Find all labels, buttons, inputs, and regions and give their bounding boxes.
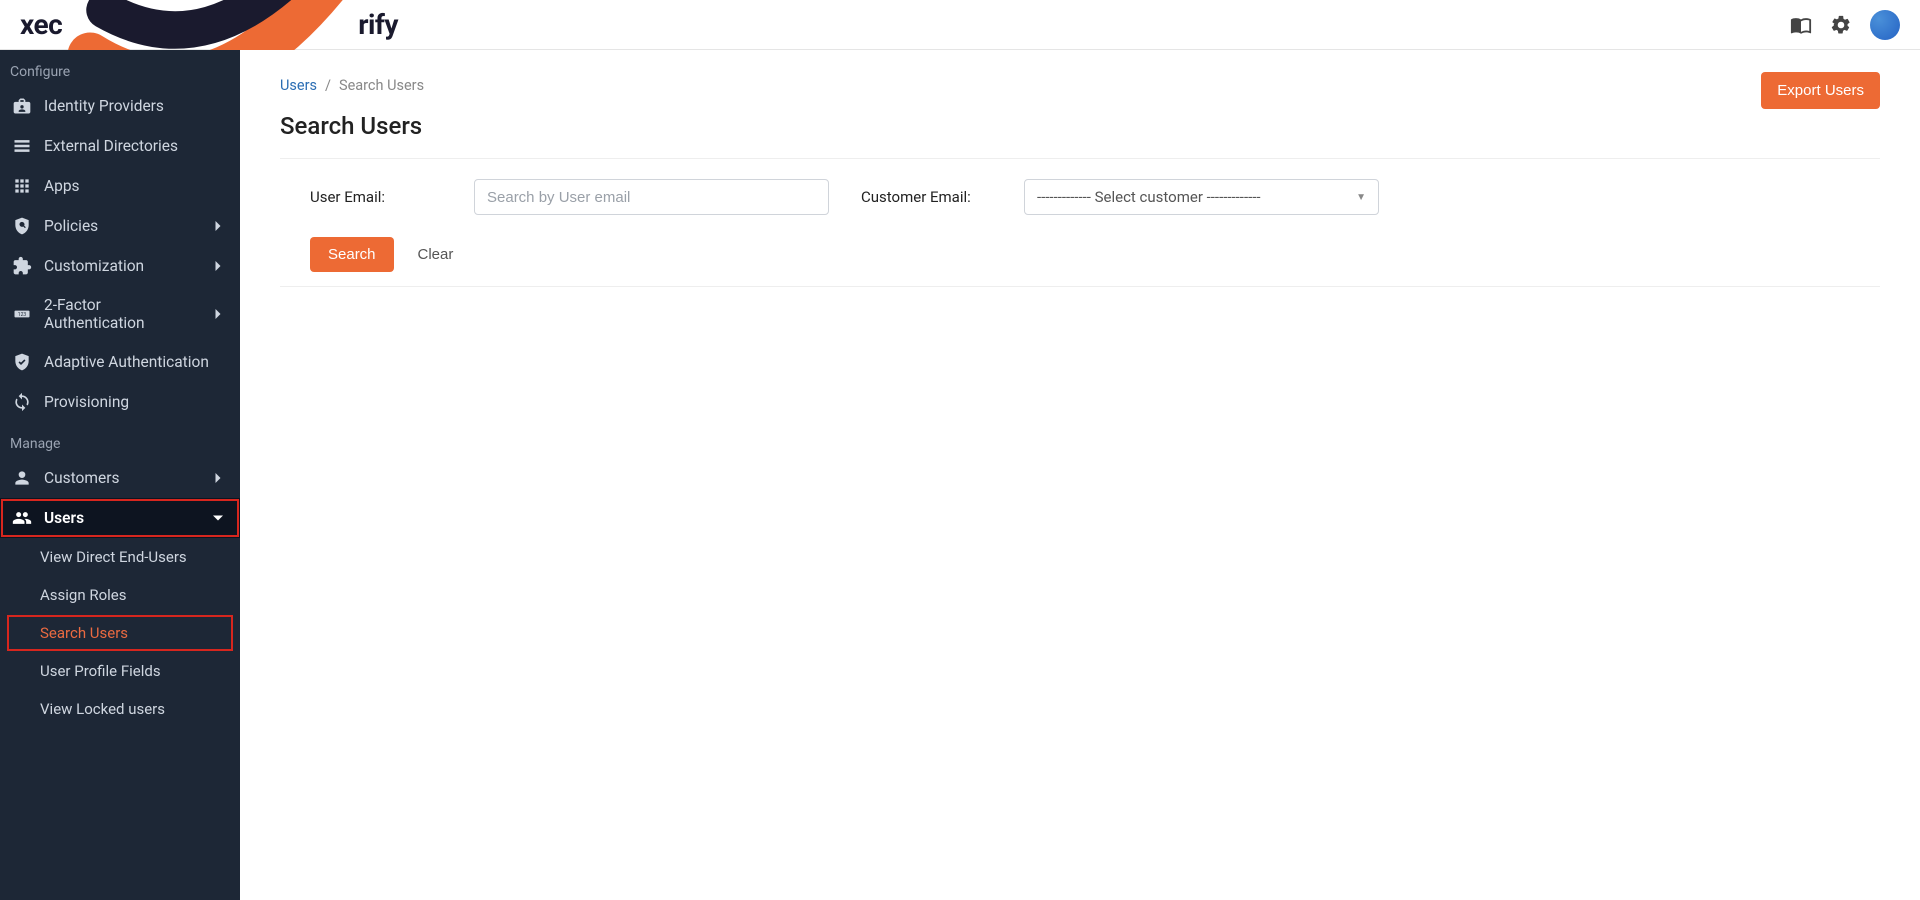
sidebar-subitem-search-users[interactable]: Search Users <box>6 614 234 652</box>
sidebar-item-identity-providers[interactable]: Identity Providers <box>0 86 240 126</box>
sidebar-label: Apps <box>44 177 80 195</box>
page-title: Search Users <box>280 112 1880 140</box>
divider <box>280 158 1880 159</box>
sidebar-label: Adaptive Authentication <box>44 353 209 371</box>
breadcrumb-link-users[interactable]: Users <box>280 77 317 94</box>
pin-123-icon: 123 <box>12 304 32 324</box>
chevron-down-icon <box>208 508 228 528</box>
user-email-input[interactable] <box>474 179 829 215</box>
sidebar-subitem-user-profile-fields[interactable]: User Profile Fields <box>0 652 240 690</box>
list-icon <box>12 136 32 156</box>
sidebar-item-users[interactable]: Users <box>0 498 240 538</box>
id-badge-icon <box>12 96 32 116</box>
form-actions: Search Clear <box>280 237 1880 272</box>
sidebar: Configure Identity Providers External Di… <box>0 50 240 900</box>
chevron-right-icon <box>208 468 228 488</box>
brand-prefix: xec <box>20 8 62 41</box>
sidebar-section-manage: Manage <box>0 422 240 458</box>
chevron-right-icon <box>208 216 228 236</box>
person-icon <box>12 468 32 488</box>
sidebar-item-customers[interactable]: Customers <box>0 458 240 498</box>
breadcrumb-separator: / <box>325 77 331 94</box>
sidebar-item-customization[interactable]: Customization <box>0 246 240 286</box>
sync-icon <box>12 392 32 412</box>
customer-select[interactable]: ------------- Select customer ----------… <box>1024 179 1379 215</box>
svg-text:123: 123 <box>18 312 27 318</box>
chevron-right-icon <box>208 304 228 324</box>
customer-email-label: Customer Email: <box>829 188 1024 206</box>
sidebar-label: Customization <box>44 257 144 275</box>
sidebar-label: 2-Factor Authentication <box>44 296 196 332</box>
sidebar-subitem-assign-roles[interactable]: Assign Roles <box>0 576 240 614</box>
sidebar-subitem-view-direct-end-users[interactable]: View Direct End-Users <box>0 538 240 576</box>
customer-select-value: ------------- Select customer ----------… <box>1037 188 1261 206</box>
sidebar-item-policies[interactable]: Policies <box>0 206 240 246</box>
sidebar-submenu-users: View Direct End-Users Assign Roles Searc… <box>0 538 240 728</box>
search-button[interactable]: Search <box>310 237 394 272</box>
brand-suffix: rify <box>358 8 398 41</box>
breadcrumb: Users / Search Users <box>280 77 424 94</box>
shield-check-icon <box>12 352 32 372</box>
people-icon <box>12 508 32 528</box>
main-content: Users / Search Users Export Users Search… <box>240 50 1920 900</box>
user-avatar[interactable] <box>1870 10 1900 40</box>
header-actions <box>1790 10 1900 40</box>
shield-search-icon <box>12 216 32 236</box>
sidebar-label: Policies <box>44 217 98 235</box>
sidebar-item-external-directories[interactable]: External Directories <box>0 126 240 166</box>
divider <box>280 286 1880 287</box>
apps-grid-icon <box>12 176 32 196</box>
docs-icon[interactable] <box>1790 14 1812 36</box>
puzzle-icon <box>12 256 32 276</box>
sidebar-item-adaptive-auth[interactable]: Adaptive Authentication <box>0 342 240 382</box>
top-header: xec rify <box>0 0 1920 50</box>
export-users-button[interactable]: Export Users <box>1761 72 1880 109</box>
sidebar-label: Users <box>44 509 84 527</box>
sidebar-label: Customers <box>44 469 119 487</box>
clear-button[interactable]: Clear <box>404 237 468 272</box>
sidebar-label: Provisioning <box>44 393 129 411</box>
sidebar-item-apps[interactable]: Apps <box>0 166 240 206</box>
dropdown-caret-icon: ▼ <box>1356 192 1366 203</box>
settings-gear-icon[interactable] <box>1830 14 1852 36</box>
sidebar-item-provisioning[interactable]: Provisioning <box>0 382 240 422</box>
search-form-row: User Email: Customer Email: ------------… <box>280 179 1880 215</box>
breadcrumb-current: Search Users <box>339 77 424 94</box>
chevron-right-icon <box>208 256 228 276</box>
sidebar-item-2fa[interactable]: 123 2-Factor Authentication <box>0 286 240 342</box>
user-email-label: User Email: <box>280 188 474 206</box>
sidebar-label: External Directories <box>44 137 178 155</box>
sidebar-subitem-view-locked-users[interactable]: View Locked users <box>0 690 240 728</box>
sidebar-section-configure: Configure <box>0 50 240 86</box>
sidebar-label: Identity Providers <box>44 97 164 115</box>
